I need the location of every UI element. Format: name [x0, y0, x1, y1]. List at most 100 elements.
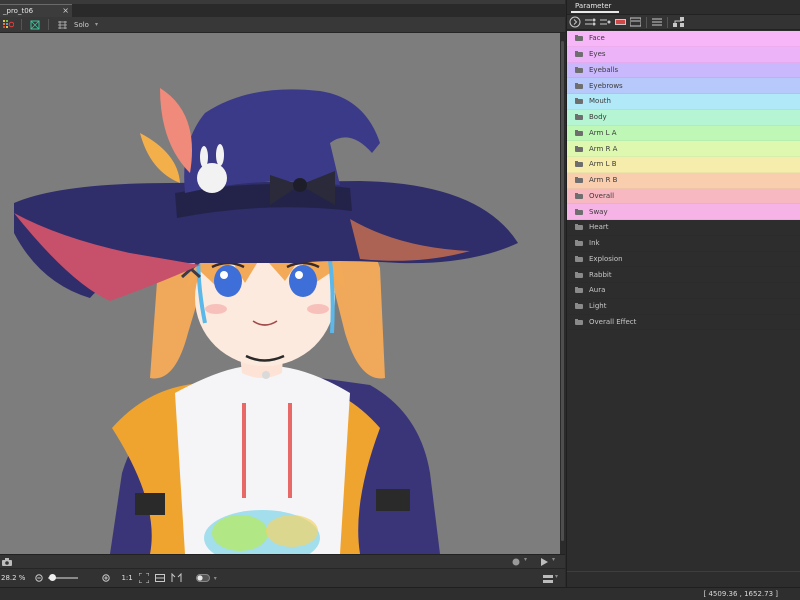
toolbar-divider — [646, 16, 647, 28]
solo-label[interactable]: Solo — [74, 21, 89, 29]
parameter-group-label: Body — [589, 113, 607, 122]
folder-icon — [575, 129, 583, 136]
parameter-group-row[interactable]: Arm R B — [567, 172, 800, 189]
playback-bar: ▾ ▾ — [0, 554, 565, 568]
panel-bottom-bar — [567, 571, 800, 587]
zoom-out-icon[interactable] — [35, 573, 44, 583]
close-tab-icon[interactable]: × — [62, 6, 69, 15]
folder-icon — [575, 177, 583, 184]
status-bar: [ 4509.36 , 1652.73 ] — [0, 587, 800, 600]
actual-size-button[interactable]: 1:1 — [121, 574, 132, 582]
parameter-group-label: Heart — [589, 223, 609, 232]
folder-icon — [575, 114, 583, 121]
zoom-in-icon[interactable] — [102, 573, 111, 583]
parameter-group-label: Arm R B — [589, 176, 618, 185]
parameter-group-row[interactable]: Explosion — [567, 252, 800, 268]
folder-icon — [575, 224, 583, 231]
document-tab[interactable]: _pro_t06 × — [0, 4, 72, 17]
folder-icon — [575, 208, 583, 215]
toolbar-divider — [48, 19, 49, 30]
folder-icon — [575, 98, 583, 105]
canvas-viewport[interactable] — [0, 33, 560, 554]
character-model-illustration — [14, 88, 518, 554]
parameter-group-row[interactable]: Heart — [567, 220, 800, 236]
scrollbar-thumb[interactable] — [561, 41, 564, 541]
fit-width-icon[interactable] — [154, 573, 165, 583]
flip-horizontal-icon[interactable] — [171, 573, 182, 583]
coordinate-readout: [ 4509.36 , 1652.73 ] — [703, 590, 778, 598]
folder-icon — [575, 287, 583, 294]
parameter-group-row[interactable]: Body — [567, 109, 800, 126]
add-parameter-icon[interactable] — [615, 17, 626, 27]
parameter-group-label: Arm L B — [589, 160, 617, 169]
tree-structure-icon[interactable] — [673, 16, 685, 28]
tab-parameter[interactable]: Parameter — [571, 2, 619, 13]
play-icon[interactable] — [540, 558, 548, 566]
folder-icon — [575, 145, 583, 152]
folder-icon — [575, 51, 583, 58]
parameter-group-row[interactable]: Overall Effect — [567, 315, 800, 331]
parameter-group-row[interactable]: Sway — [567, 204, 800, 220]
view-toolbar: Solo ▾ — [0, 17, 565, 33]
camera-icon[interactable] — [2, 558, 12, 566]
parameter-group-label: Arm R A — [589, 144, 618, 153]
parameter-group-row[interactable]: Face — [567, 31, 800, 47]
chevron-down-icon[interactable]: ▾ — [555, 573, 558, 580]
folder-icon — [575, 66, 583, 73]
document-tab-bar: _pro_t06 × — [0, 4, 565, 17]
layout-menu-icon[interactable] — [543, 575, 553, 583]
parameter-group-row[interactable]: Ink — [567, 236, 800, 252]
folder-icon — [575, 255, 583, 262]
chevron-down-icon[interactable]: ▾ — [95, 21, 98, 28]
zoom-slider-knob[interactable] — [48, 574, 56, 581]
parameter-group-label: Aura — [589, 286, 606, 295]
folder-icon — [575, 318, 583, 325]
toggle-switch-icon[interactable] — [195, 574, 210, 582]
parameter-group-row[interactable]: Eyeballs — [567, 62, 800, 79]
vertical-scrollbar[interactable] — [560, 33, 565, 554]
expand-circle-icon[interactable] — [569, 16, 581, 28]
parameter-group-row[interactable]: Eyebrows — [567, 78, 800, 94]
parameter-panel: Parameter Face Eyes Eyeballs Eyebrows Mouth B… — [566, 0, 800, 587]
chevron-down-icon[interactable]: ▾ — [524, 556, 527, 563]
parameter-toolbar — [567, 14, 800, 30]
parameter-group-row[interactable]: Arm L B — [567, 157, 800, 173]
parameter-list: Face Eyes Eyeballs Eyebrows Mouth Body Arm L A… — [567, 31, 800, 571]
parameter-group-row[interactable]: Arm L A — [567, 125, 800, 142]
zoom-slider[interactable] — [48, 574, 79, 581]
grid-color-icon[interactable] — [0, 17, 16, 33]
zoom-percentage[interactable]: 28.2 % — [1, 574, 25, 582]
document-tab-title: _pro_t06 — [3, 7, 34, 15]
fit-to-window-icon[interactable] — [138, 573, 149, 583]
app-window: _pro_t06 × Solo ▾ ▾ ▾ 28.2 % 1:1 ▾ ▾ Par… — [0, 0, 800, 600]
zoom-bar: 28.2 % 1:1 ▾ ▾ — [0, 568, 565, 587]
folder-icon — [575, 271, 583, 278]
parameter-group-row[interactable]: Aura — [567, 283, 800, 299]
parameter-group-row[interactable]: Arm R A — [567, 141, 800, 157]
parameter-group-row[interactable]: Rabbit — [567, 267, 800, 283]
parameter-group-row[interactable]: Mouth — [567, 94, 800, 110]
list-view-icon[interactable] — [652, 17, 662, 27]
parameter-group-row[interactable]: Light — [567, 299, 800, 315]
parameter-group-label: Eyes — [589, 50, 606, 59]
parameter-group-label: Sway — [589, 207, 608, 216]
folder-icon — [575, 303, 583, 310]
parameter-group-label: Overall Effect — [589, 317, 637, 326]
parameter-link-icon[interactable] — [585, 17, 596, 27]
parameter-group-label: Ink — [589, 239, 600, 248]
folder-icon — [575, 240, 583, 247]
parameter-group-row[interactable]: Eyes — [567, 46, 800, 63]
chevron-down-icon[interactable]: ▾ — [214, 575, 217, 582]
parameter-group-label: Light — [589, 302, 607, 311]
parameter-group-row[interactable]: Overall — [567, 188, 800, 205]
parameter-group-label: Eyeballs — [589, 65, 619, 74]
mesh-display-icon[interactable] — [54, 17, 70, 33]
record-icon[interactable] — [512, 558, 520, 566]
chevron-down-icon[interactable]: ▾ — [552, 556, 555, 563]
fit-view-icon[interactable] — [27, 17, 43, 33]
parameter-settings-icon[interactable] — [630, 17, 641, 27]
folder-icon — [575, 82, 583, 89]
parameter-group-icon[interactable] — [600, 17, 611, 27]
parameter-group-label: Rabbit — [589, 270, 612, 279]
parameter-group-label: Face — [589, 34, 605, 43]
